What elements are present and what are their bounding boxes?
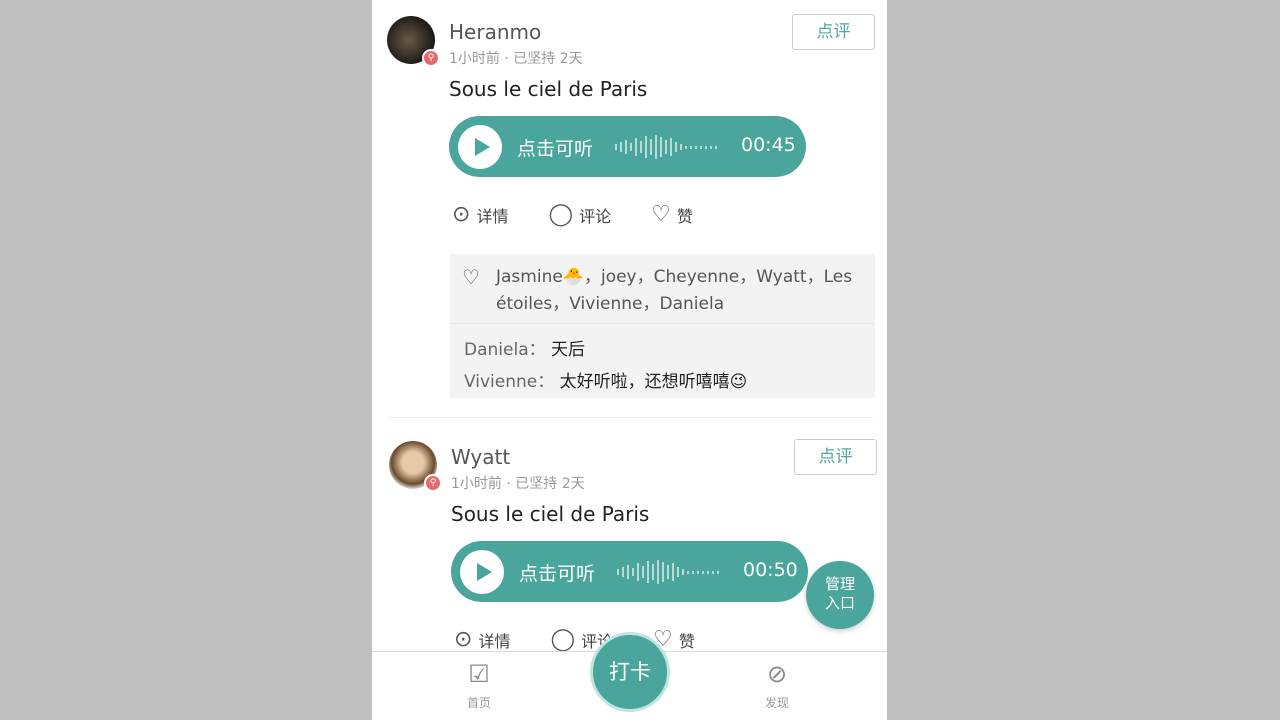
post-title: Sous le ciel de Paris xyxy=(449,77,648,101)
details-button[interactable]: ⊙ 详情 xyxy=(452,202,508,227)
checkin-button[interactable]: 打卡 xyxy=(590,632,670,712)
comment-icon: ◯ xyxy=(548,202,574,227)
play-icon[interactable] xyxy=(458,125,502,169)
play-icon[interactable] xyxy=(460,550,504,594)
phone-screen: ⚲ Heranmo 1小时前 · 已坚持 2天 点评 Sous le ciel … xyxy=(372,0,887,720)
more-icon: ⊙ xyxy=(454,627,473,652)
like-button[interactable]: ♡ 赞 xyxy=(651,202,693,227)
more-icon: ⊙ xyxy=(452,202,471,227)
comment-icon: ◯ xyxy=(550,627,576,652)
compass-icon: ⊘ xyxy=(766,660,788,688)
username[interactable]: Heranmo xyxy=(449,20,541,44)
audio-player[interactable]: 点击可听 00:50 xyxy=(451,541,808,602)
post-meta: 1小时前 · 已坚持 2天 xyxy=(451,476,585,492)
comment-button[interactable]: ◯ 评论 xyxy=(548,202,611,227)
tab-home[interactable]: ☑ 首页 xyxy=(467,660,491,711)
details-button[interactable]: ⊙ 详情 xyxy=(454,627,510,652)
details-label: 详情 xyxy=(476,206,509,226)
like-label: 赞 xyxy=(678,631,695,651)
liker-list: Jasmine🐣，joey，Cheyenne，Wyatt，Les étoiles… xyxy=(496,267,853,314)
divider xyxy=(450,323,875,324)
fab-line2: 入口 xyxy=(824,594,855,612)
tab-home-label: 首页 xyxy=(467,696,492,710)
audio-label: 点击可听 xyxy=(517,138,594,160)
likes-comments-box: ♡ Jasmine🐣，joey，Cheyenne，Wyatt，Les étoile… xyxy=(450,254,875,398)
comment-item[interactable]: Vivienne： 太好听啦，还想听嘻嘻😉 xyxy=(464,367,747,392)
audio-duration: 00:45 xyxy=(741,134,796,156)
waveform-icon xyxy=(615,133,735,161)
tab-discover[interactable]: ⊘ 发现 xyxy=(765,660,789,711)
post-title: Sous le ciel de Paris xyxy=(451,502,650,526)
comment-label: 评论 xyxy=(579,206,612,226)
search-badge-icon: ⚲ xyxy=(424,474,442,492)
audio-player[interactable]: 点击可听 00:45 xyxy=(449,116,806,177)
comment-item[interactable]: Daniela： 天后 xyxy=(464,335,585,360)
review-button[interactable]: 点评 xyxy=(792,14,875,50)
comment-author[interactable]: Vivienne： xyxy=(464,372,554,392)
fab-line1: 管理 xyxy=(824,575,855,593)
post-divider xyxy=(388,417,873,418)
heart-icon: ♡ xyxy=(462,265,480,289)
details-label: 详情 xyxy=(478,631,511,651)
audio-duration: 00:50 xyxy=(743,559,798,581)
tab-discover-label: 发现 xyxy=(765,696,790,710)
calendar-check-icon: ☑ xyxy=(468,660,490,688)
comment-text: 天后 xyxy=(551,340,586,360)
username[interactable]: Wyatt xyxy=(451,445,510,469)
comment-text: 太好听啦，还想听嘻嘻😉 xyxy=(559,372,748,392)
review-button[interactable]: 点评 xyxy=(794,439,877,475)
manage-entry-button[interactable]: 管理 入口 xyxy=(806,561,874,629)
comment-author[interactable]: Daniela： xyxy=(464,340,546,360)
audio-label: 点击可听 xyxy=(519,563,596,585)
waveform-icon xyxy=(617,558,737,586)
like-label: 赞 xyxy=(676,206,693,226)
search-badge-icon: ⚲ xyxy=(422,49,440,67)
heart-icon: ♡ xyxy=(651,202,671,227)
post-meta: 1小时前 · 已坚持 2天 xyxy=(449,51,583,67)
